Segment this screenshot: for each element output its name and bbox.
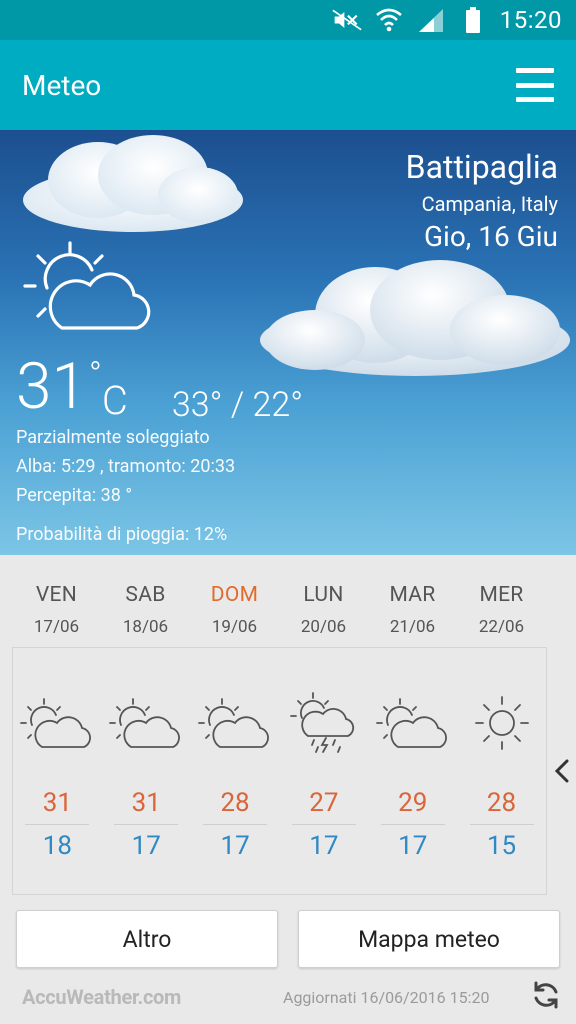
temp-range: 33° / 22° xyxy=(171,385,304,425)
low-temp: 18 xyxy=(42,831,73,861)
feels-like: Percepita: 38 ° xyxy=(16,485,133,506)
day-name: LUN xyxy=(303,583,344,607)
city-name: Battipaglia xyxy=(405,148,558,186)
forecast-column[interactable]: 31 17 xyxy=(102,648,191,894)
low-temp: 17 xyxy=(131,831,161,861)
high-temp: 31 xyxy=(114,788,179,825)
forecast-column[interactable]: 27 17 xyxy=(279,648,368,894)
day-date: 21/06 xyxy=(389,617,436,637)
high-temp: 27 xyxy=(291,788,356,825)
location-block: Battipaglia Campania, Italy Gio, 16 Giu xyxy=(406,148,558,253)
low-temp: 17 xyxy=(398,831,428,861)
forecast-day[interactable]: MAR 21/06 xyxy=(368,583,457,637)
high-temp: 29 xyxy=(380,788,445,825)
forecast-day[interactable]: SAB 18/06 xyxy=(101,583,190,637)
low-temp: 17 xyxy=(220,831,250,861)
day-name: SAB xyxy=(125,583,166,607)
forecast-column[interactable]: 28 17 xyxy=(191,648,280,894)
day-date: 19/06 xyxy=(211,617,258,637)
forecast-day[interactable]: MER 22/06 xyxy=(457,583,546,637)
current-date: Gio, 16 Giu xyxy=(423,220,558,253)
refresh-icon[interactable] xyxy=(531,980,561,1010)
forecast-day[interactable]: LUN 20/06 xyxy=(279,583,368,637)
status-time: 15:20 xyxy=(499,6,562,34)
day-name: DOM xyxy=(210,583,259,607)
chevron-left-icon[interactable] xyxy=(552,758,572,784)
wifi-icon xyxy=(374,6,404,34)
day-date: 22/06 xyxy=(478,617,525,637)
forecast-card[interactable]: 31 18 31 17 28 17 27 17 29 17 28 15 xyxy=(12,647,547,895)
condition-text: Parzialmente soleggiato xyxy=(16,427,210,448)
region-name: Campania, Italy xyxy=(421,192,558,216)
forecast-days-header: VEN 17/06 SAB 18/06 DOM 19/06 LUN 20/06 … xyxy=(12,583,546,637)
day-date: 20/06 xyxy=(300,617,347,637)
current-weather-panel: Battipaglia Campania, Italy Gio, 16 Giu … xyxy=(0,130,576,555)
forecast-day[interactable]: DOM 19/06 xyxy=(190,583,279,637)
current-temp-degree: ° xyxy=(89,355,102,395)
thunderstorm-sun-icon xyxy=(289,688,358,758)
day-date: 17/06 xyxy=(33,617,80,637)
partly-sunny-icon xyxy=(22,240,157,339)
high-temp: 31 xyxy=(25,788,90,825)
partly-sunny-icon xyxy=(198,688,272,758)
signal-icon xyxy=(416,6,446,34)
low-temp: 15 xyxy=(486,831,517,861)
day-name: MER xyxy=(479,583,524,607)
mute-icon xyxy=(332,6,362,34)
day-name: MAR xyxy=(389,583,436,607)
current-temp-value: 31 xyxy=(16,349,87,424)
high-temp: 28 xyxy=(203,788,268,825)
rain-probability: Probabilità di pioggia: 12% xyxy=(16,524,228,545)
sunrise-sunset: Alba: 5:29 , tramonto: 20:33 xyxy=(16,456,236,477)
partly-sunny-icon xyxy=(20,688,94,758)
forecast-column[interactable]: 28 15 xyxy=(457,648,546,894)
app-bar: Meteo xyxy=(0,40,576,130)
app-title: Meteo xyxy=(22,68,102,102)
low-temp: 17 xyxy=(309,831,339,861)
forecast-section: VEN 17/06 SAB 18/06 DOM 19/06 LUN 20/06 … xyxy=(0,555,576,900)
current-temperature: 31 ° C 33° / 22° xyxy=(16,349,304,426)
accuweather-logo[interactable]: AccuWeather.com xyxy=(22,985,181,1009)
forecast-column[interactable]: 29 17 xyxy=(368,648,457,894)
forecast-day[interactable]: VEN 17/06 xyxy=(12,583,101,637)
more-button[interactable]: Altro xyxy=(16,910,278,968)
day-name: VEN xyxy=(35,583,78,607)
day-date: 18/06 xyxy=(122,617,169,637)
forecast-column[interactable]: 31 18 xyxy=(13,648,102,894)
status-bar: 15:20 xyxy=(0,0,576,40)
partly-sunny-icon xyxy=(375,688,450,758)
current-temp-unit: C xyxy=(101,377,128,424)
battery-icon xyxy=(458,6,488,34)
hamburger-menu-icon[interactable] xyxy=(516,68,554,102)
background-cloud-left xyxy=(23,135,243,232)
partly-sunny-icon xyxy=(109,688,183,758)
sunny-icon xyxy=(472,688,532,758)
last-updated: Aggiornati 16/06/2016 15:20 xyxy=(283,988,490,1007)
weather-map-button[interactable]: Mappa meteo xyxy=(298,910,560,968)
high-temp: 28 xyxy=(469,788,534,825)
